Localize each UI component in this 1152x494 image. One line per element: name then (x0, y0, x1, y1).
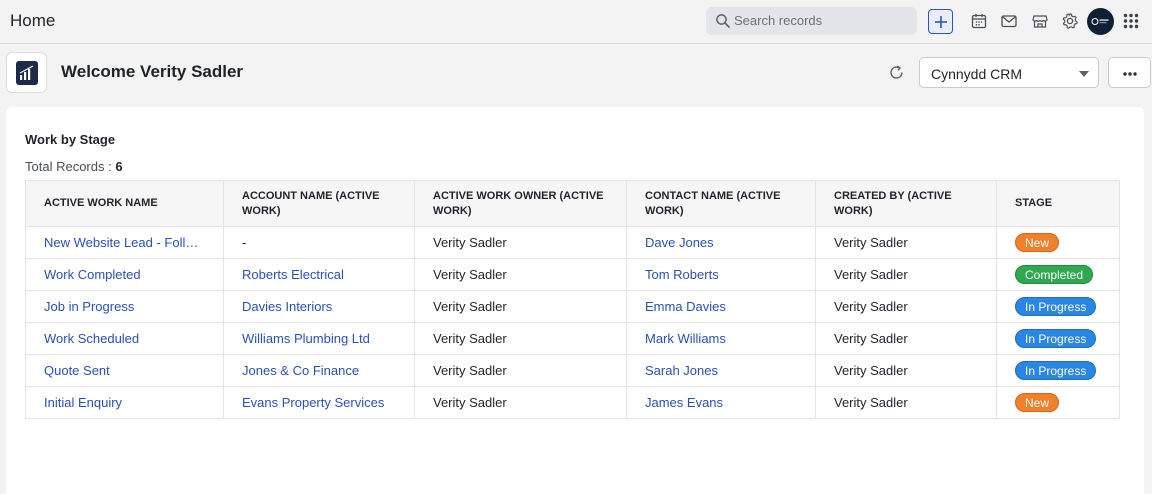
column-header[interactable]: CONTACT NAME (ACTIVE WORK) (626, 180, 816, 227)
avatar[interactable] (1087, 8, 1114, 35)
stage-cell: In Progress (996, 354, 1120, 387)
top-bar: Home Search records (0, 0, 1152, 44)
calendar-icon[interactable] (970, 12, 988, 30)
work-table: ACTIVE WORK NAME ACCOUNT NAME (ACTIVE WO… (25, 180, 1120, 419)
add-button[interactable] (928, 9, 953, 34)
mail-icon[interactable] (1000, 12, 1018, 30)
more-icon (1123, 72, 1137, 76)
account-name-link[interactable]: Roberts Electrical (223, 258, 415, 291)
total-records: Total Records : 6 (25, 159, 123, 174)
created-by: Verity Sadler (815, 386, 997, 419)
stage-badge: In Progress (1015, 329, 1097, 348)
more-options-button[interactable] (1108, 57, 1151, 88)
column-header[interactable]: ACTIVE WORK NAME (25, 180, 224, 227)
account-name-link[interactable]: Williams Plumbing Ltd (223, 322, 415, 355)
stage-badge: In Progress (1015, 361, 1097, 380)
stage-cell: Completed (996, 258, 1120, 291)
owner-name: Verity Sadler (414, 226, 627, 259)
stage-badge: Completed (1015, 265, 1094, 284)
table-row: New Website Lead - Follow up - Verity Sa… (25, 226, 1120, 259)
table-row: Quote Sent Jones & Co Finance Verity Sad… (25, 354, 1120, 387)
work-name-link[interactable]: Initial Enquiry (25, 386, 224, 419)
account-name-link[interactable]: Jones & Co Finance (223, 354, 415, 387)
account-name: - (223, 226, 415, 259)
search-placeholder: Search records (734, 13, 823, 28)
total-records-value: 6 (115, 159, 123, 174)
stage-badge: New (1015, 233, 1060, 252)
table-header-row: ACTIVE WORK NAME ACCOUNT NAME (ACTIVE WO… (25, 180, 1120, 227)
column-header[interactable]: CREATED BY (ACTIVE WORK) (815, 180, 997, 227)
owner-name: Verity Sadler (414, 290, 627, 323)
app-logo (6, 52, 47, 93)
column-header[interactable]: ACTIVE WORK OWNER (ACTIVE WORK) (414, 180, 627, 227)
apps-grid-icon[interactable] (1123, 13, 1139, 29)
contact-name-link[interactable]: Tom Roberts (626, 258, 816, 291)
work-name-link[interactable]: Quote Sent (25, 354, 224, 387)
stage-cell: In Progress (996, 322, 1120, 355)
add-icon (935, 16, 947, 28)
table-row: Work Scheduled Williams Plumbing Ltd Ver… (25, 322, 1120, 355)
contact-name-link[interactable]: Emma Davies (626, 290, 816, 323)
contact-name-link[interactable]: James Evans (626, 386, 816, 419)
column-header[interactable]: STAGE (996, 180, 1120, 227)
column-header[interactable]: ACCOUNT NAME (ACTIVE WORK) (223, 180, 415, 227)
owner-name: Verity Sadler (414, 322, 627, 355)
chevron-down-icon (1079, 71, 1089, 77)
store-icon[interactable] (1031, 12, 1049, 30)
crm-selector[interactable]: Cynnydd CRM (919, 57, 1099, 88)
card-title: Work by Stage (25, 132, 116, 147)
search-icon (716, 14, 730, 28)
table-row: Job in Progress Davies Interiors Verity … (25, 290, 1120, 323)
search-input[interactable]: Search records (706, 7, 917, 35)
created-by: Verity Sadler (815, 226, 997, 259)
work-name-link[interactable]: Work Completed (25, 258, 224, 291)
owner-name: Verity Sadler (414, 386, 627, 419)
page-title: Home (10, 11, 56, 30)
contact-name-link[interactable]: Sarah Jones (626, 354, 816, 387)
stage-cell: In Progress (996, 290, 1120, 323)
work-name-link[interactable]: Work Scheduled (25, 322, 224, 355)
total-records-label: Total Records : (25, 159, 112, 174)
contact-name-link[interactable]: Dave Jones (626, 226, 816, 259)
created-by: Verity Sadler (815, 290, 997, 323)
work-by-stage-card: Work by Stage Total Records : 6 ACTIVE W… (6, 107, 1144, 494)
welcome-heading: Welcome Verity Sadler (61, 62, 244, 81)
contact-name-link[interactable]: Mark Williams (626, 322, 816, 355)
created-by: Verity Sadler (815, 322, 997, 355)
table-row: Initial Enquiry Evans Property Services … (25, 386, 1120, 419)
work-name-link[interactable]: New Website Lead - Follow up (25, 226, 224, 259)
account-name-link[interactable]: Davies Interiors (223, 290, 415, 323)
stage-badge: In Progress (1015, 297, 1097, 316)
created-by: Verity Sadler (815, 258, 997, 291)
stage-cell: New (996, 226, 1120, 259)
refresh-icon[interactable] (888, 64, 905, 81)
crm-selector-value: Cynnydd CRM (931, 66, 1023, 82)
work-name-link[interactable]: Job in Progress (25, 290, 224, 323)
gear-icon[interactable] (1061, 12, 1079, 30)
account-name-link[interactable]: Evans Property Services (223, 386, 415, 419)
created-by: Verity Sadler (815, 354, 997, 387)
owner-name: Verity Sadler (414, 354, 627, 387)
owner-name: Verity Sadler (414, 258, 627, 291)
table-row: Work Completed Roberts Electrical Verity… (25, 258, 1120, 291)
cynnydd-logo-icon (1091, 18, 1109, 25)
app-logo-icon (16, 61, 38, 85)
stage-badge: New (1015, 393, 1060, 412)
stage-cell: New (996, 386, 1120, 419)
